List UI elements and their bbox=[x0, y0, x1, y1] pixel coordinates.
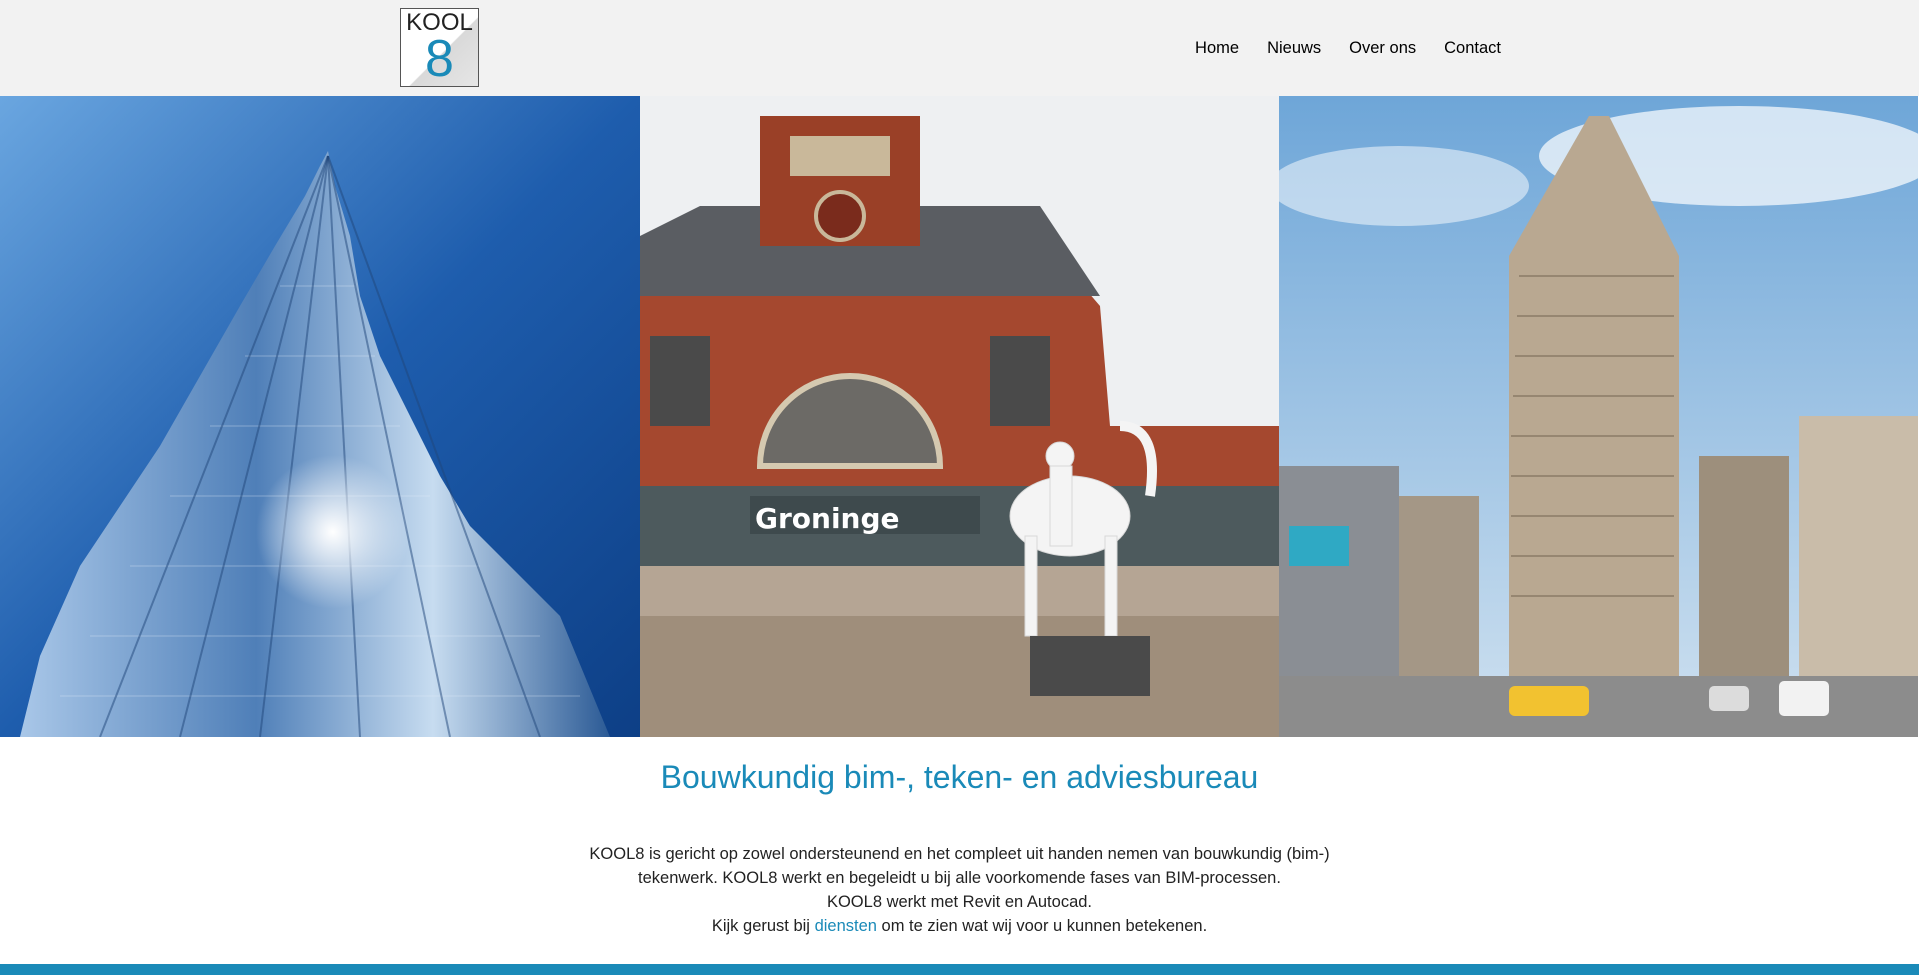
nav-item-over-ons[interactable]: Over ons bbox=[1349, 38, 1416, 58]
site-header: KOOL 8 Home Nieuws Over ons Contact bbox=[0, 0, 1919, 96]
nav-item-contact[interactable]: Contact bbox=[1444, 38, 1501, 58]
intro-text-before-link: Kijk gerust bij bbox=[711, 917, 810, 935]
logo-number: 8 bbox=[425, 30, 454, 87]
hero-image-station: Groninge bbox=[639, 96, 1280, 737]
hero-gallery: Groninge bbox=[0, 96, 1919, 737]
diensten-link[interactable]: diensten bbox=[815, 917, 877, 935]
intro-line: KOOL8 is gericht op zowel ondersteunend … bbox=[589, 845, 1330, 863]
page-title: Bouwkundig bim-, teken- en adviesbureau bbox=[660, 759, 1259, 795]
intro-line: tekenwerk. KOOL8 werkt en begeleidt u bi… bbox=[638, 869, 1281, 887]
main-nav: Home Nieuws Over ons Contact bbox=[1167, 38, 1501, 58]
nav-item-nieuws[interactable]: Nieuws bbox=[1267, 38, 1321, 58]
intro-text: KOOL8 is gericht op zowel ondersteunend … bbox=[0, 842, 1919, 938]
hero-image-skyscraper bbox=[0, 96, 640, 737]
footer-bar bbox=[0, 964, 1919, 975]
hero-image-flatiron bbox=[1279, 96, 1919, 737]
station-sign: Groninge bbox=[755, 502, 900, 535]
nav-item-home[interactable]: Home bbox=[1195, 38, 1239, 58]
intro-text-after-link: om te zien wat wij voor u kunnen beteken… bbox=[881, 917, 1208, 935]
intro-line: Kijk gerust bij diensten om te zien wat … bbox=[0, 914, 1919, 938]
site-logo[interactable]: KOOL 8 bbox=[400, 8, 479, 87]
intro-line: KOOL8 werkt met Revit en Autocad. bbox=[826, 893, 1093, 911]
